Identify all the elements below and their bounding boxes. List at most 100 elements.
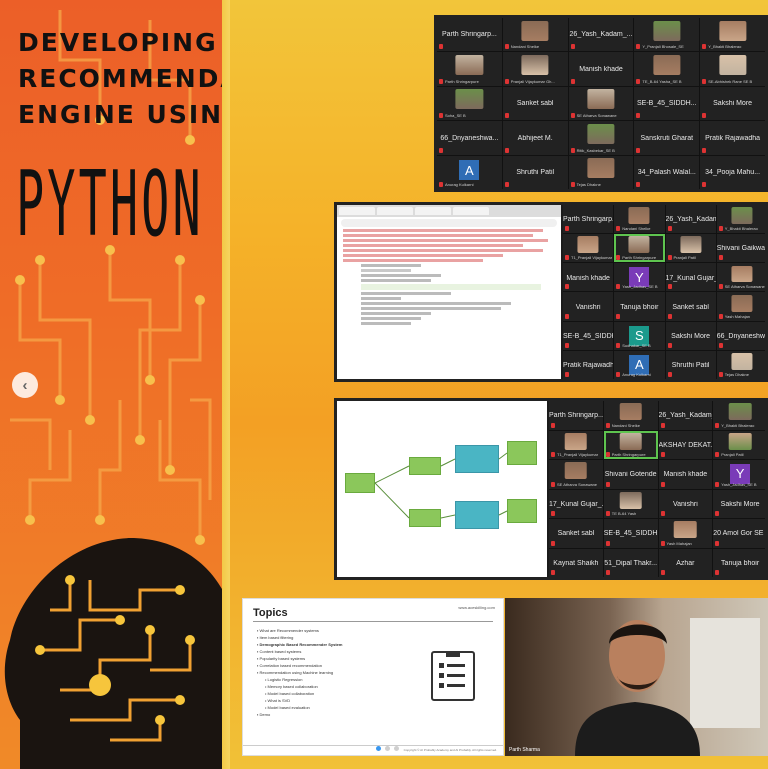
participant-tile[interactable]: SE Atharva Sonawane [716, 263, 765, 292]
participant-tile[interactable]: Pranjali Vijaykumar Gh... [502, 52, 568, 86]
participant-tile[interactable]: Manish khade [568, 52, 634, 86]
participant-label: Tejas Dhakne [576, 182, 601, 187]
participant-tile[interactable]: Abhijeet M. [502, 121, 568, 155]
headline-line-2: RECOMMENDATION [18, 64, 222, 93]
participant-tile[interactable]: SE-B_45_SIDDH... [634, 86, 700, 121]
participant-tile[interactable]: SE-Abhishek Rane SE B [700, 52, 765, 86]
presenter-name-label: Parth Sharma [509, 747, 540, 753]
participant-name: Parth Shringarp... [563, 216, 614, 224]
participant-tile[interactable]: A Anurag Kulkarni [614, 350, 665, 379]
muted-mic-icon [636, 182, 641, 187]
participant-tile[interactable]: Tanuja bhoir [614, 292, 665, 321]
participant-name: 17_Kunal Gujar_... [549, 500, 603, 508]
participant-tile[interactable]: Tanuja bhoir [713, 548, 765, 577]
carousel-prev-button[interactable]: ‹ [12, 372, 38, 398]
participant-tile[interactable]: Nandani Shelke [502, 18, 568, 52]
participant-tile[interactable]: Parth Shringarp... [563, 205, 614, 234]
participant-tile[interactable]: Y_Pranjali Bhosale_SE [634, 18, 700, 52]
participant-tile[interactable]: S Sudhakar_SE B [614, 321, 665, 350]
participant-name: Parth Shringarp... [549, 412, 603, 420]
participant-tile[interactable]: Yash Mahajan [716, 292, 765, 321]
participant-tile[interactable]: 34_Pooja Mahu... [700, 155, 765, 189]
participant-tile[interactable]: Parth Shringarp... [549, 401, 603, 430]
participant-tile[interactable]: Tejas Dhakne [568, 155, 634, 189]
muted-mic-icon [551, 481, 555, 487]
participant-label: T1_Pranjali Vijaykumar [557, 452, 599, 457]
participant-tile[interactable]: Y_Bhakti Bhalerao [716, 205, 765, 234]
participant-tile[interactable]: Y Yash_Jadhav_SE B [614, 263, 665, 292]
muted-mic-icon [616, 313, 621, 319]
participant-tile[interactable]: 26_Yash_Kadam_... [568, 18, 634, 52]
participant-tile[interactable]: Y_Bhakti Bhalerao [700, 18, 765, 52]
participant-tile[interactable]: Yash Mahajan [658, 519, 713, 548]
participant-tile[interactable]: Sanket sabl [549, 519, 603, 548]
participant-tile[interactable]: TE B-64 Yash [603, 489, 658, 518]
muted-mic-icon [715, 511, 720, 516]
participant-tile[interactable]: AKSHAY DEKAT... [658, 430, 713, 459]
participant-tile[interactable]: Nandani Shelke [603, 401, 658, 430]
topic-item: ▪ What are Recommender systems [257, 627, 342, 634]
participant-tile[interactable]: Shruthi Patil [665, 350, 716, 379]
participant-tile[interactable]: Parth Shringarp... [437, 18, 502, 52]
participant-name: AKSHAY DEKAT... [658, 441, 713, 449]
participant-tile[interactable]: 20 Amol Gor SE B [713, 519, 765, 548]
participant-tile[interactable]: 26_Yash_Kadam_... [658, 401, 713, 430]
participant-tile[interactable]: 26_Yash_Kadam_... [665, 205, 716, 234]
participant-tile[interactable]: Manish khade [563, 263, 614, 292]
participant-tile[interactable]: Kaynat Shaikh [549, 548, 603, 577]
participant-tile[interactable]: Pranjali Patil [713, 430, 765, 459]
participant-tile[interactable]: Pratik Rajawadha [700, 121, 765, 155]
participant-tile[interactable]: SE Atharva Sonawane [549, 460, 603, 489]
participant-tile[interactable]: 17_Kunal Gujar_... [549, 489, 603, 518]
participant-tile[interactable]: SE-B_45_SIDDH... [563, 321, 614, 350]
participant-tile[interactable]: Pranjali Patil [665, 234, 716, 263]
participant-tile[interactable]: Sanket sabl [502, 86, 568, 121]
participant-video-thumbnail [718, 20, 747, 41]
participant-tile[interactable]: Nandani Shelke [614, 205, 665, 234]
participant-tile[interactable]: Parth Shringarpure [603, 430, 658, 459]
participant-tile[interactable]: Y Yash_Jadhav_SE B [713, 460, 765, 489]
participant-tile[interactable]: Shivani Gotende [603, 460, 658, 489]
topic-item: ▪ Item based filtering [257, 634, 342, 641]
participant-tile[interactable]: Pratik Rajawadha [563, 350, 614, 379]
topic-text: Demographic Based Recommender System [259, 642, 343, 647]
carousel-dot[interactable] [385, 746, 390, 751]
participant-tile[interactable]: T1_Pranjali Vijaykumar [549, 430, 603, 459]
participant-tile[interactable]: A Anurag Kulkarni [437, 155, 502, 189]
participant-tile[interactable]: Sakshi More [700, 86, 765, 121]
participant-tile[interactable]: Parth Shringarpure [614, 234, 665, 263]
carousel-dot[interactable] [376, 746, 381, 751]
participant-tile[interactable]: Sakshi More [713, 489, 765, 518]
participant-tile[interactable]: SE Atharva Sonawane [568, 86, 634, 121]
participant-tile[interactable]: Azhar [658, 548, 713, 577]
muted-mic-icon [667, 342, 672, 348]
participant-label: Pranjali Patil [721, 452, 744, 457]
participant-tile[interactable]: Shivani Gaikwade [716, 234, 765, 263]
participant-tile[interactable]: 66_Dnyaneshwa... [716, 321, 765, 350]
participant-tile[interactable]: Shruthi Patil [502, 155, 568, 189]
participant-tile[interactable]: Vanishri [658, 489, 713, 518]
participant-tile[interactable]: Sanket sabl [665, 292, 716, 321]
participant-tile[interactable]: TE_B-64 Yasha_SE B [634, 52, 700, 86]
carousel-dot[interactable] [394, 746, 399, 751]
participant-video-thumbnail [728, 432, 752, 450]
participant-tile[interactable]: Y_Bhakti Bhalerao [713, 401, 765, 430]
participant-tile[interactable]: Tejas Dhakne [716, 350, 765, 379]
muted-mic-icon [616, 371, 621, 377]
participant-tile[interactable]: Sanskruti Gharat [634, 121, 700, 155]
participant-tile[interactable]: Vanishri [563, 292, 614, 321]
participant-tile[interactable]: T1_Pranjali Vijaykumar [563, 234, 614, 263]
participant-tile[interactable]: Ritik_Kasbekar_SE B [568, 121, 634, 155]
participant-tile[interactable]: 51_Dipal Thakr... [603, 548, 658, 577]
participant-tile[interactable]: 66_Dnyaneshwa... [437, 121, 502, 155]
participant-tile[interactable]: Manish khade [658, 460, 713, 489]
participant-tile[interactable]: Soha_SE B [437, 86, 502, 121]
participant-tile[interactable]: 17_Kunal Gujar_... [665, 263, 716, 292]
participant-tile[interactable]: Parth Shringarpure [437, 52, 502, 86]
muted-mic-icon [636, 44, 641, 50]
participant-tile[interactable]: SE-B_45_SIDDH... [603, 519, 658, 548]
participant-name: SE-B_45_SIDDH... [603, 530, 658, 538]
participant-tile[interactable]: Sakshi More [665, 321, 716, 350]
participant-name: Vanishri [575, 303, 601, 311]
participant-tile[interactable]: 34_Palash Walal... [634, 155, 700, 189]
